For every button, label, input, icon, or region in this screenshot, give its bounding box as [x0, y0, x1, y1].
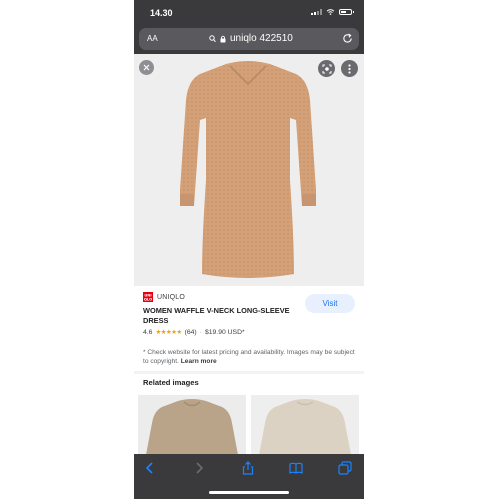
home-indicator [209, 491, 289, 494]
visit-button[interactable]: Visit [305, 294, 355, 313]
signal-icon [311, 9, 322, 15]
url-text: uniqlo 422510 [230, 33, 293, 44]
rating-stars: ★★★★★ [155, 329, 182, 336]
status-bar: 14.30 [134, 0, 364, 26]
brand-name: UNIQLO [157, 293, 186, 301]
price: $19.90 USD* [204, 328, 245, 336]
search-icon [209, 34, 216, 42]
note-text: * Check website for latest pricing and a… [143, 349, 355, 365]
url-field[interactable]: uniqlo 422510 [209, 33, 293, 44]
related-image-1[interactable] [138, 395, 246, 455]
close-icon [143, 64, 150, 71]
related-image-2[interactable] [251, 395, 359, 455]
related-heading: Related images [143, 378, 199, 387]
address-bar[interactable]: AA uniqlo 422510 [139, 28, 359, 50]
battery-icon [339, 9, 354, 15]
back-icon[interactable] [143, 461, 157, 475]
more-options-button[interactable] [341, 60, 358, 77]
bottom-toolbar [134, 454, 364, 499]
browser-chrome: AA uniqlo 422510 [134, 26, 364, 54]
rating-value: 4.6 [143, 328, 153, 336]
dress-image [180, 61, 316, 278]
brand-row[interactable]: UNI QLO UNIQLO [143, 292, 185, 302]
share-icon[interactable] [241, 461, 255, 475]
tabs-icon[interactable] [338, 461, 352, 475]
phone-screen: 14.30 AA uniqlo 422510 UNI QLO UNIQLO Vi… [134, 0, 364, 499]
learn-more-link[interactable]: Learn more [181, 358, 217, 365]
review-count: (64) [184, 328, 197, 336]
forward-icon[interactable] [192, 461, 206, 475]
divider [134, 371, 364, 374]
pricing-note: * Check website for latest pricing and a… [143, 348, 355, 366]
bookmarks-icon[interactable] [289, 461, 303, 475]
separator: · [199, 328, 202, 336]
rating-row: 4.6 ★★★★★ (64) · $19.90 USD* [143, 328, 245, 337]
product-title[interactable]: WOMEN WAFFLE V-NECK LONG-SLEEVE DRESS [143, 306, 303, 326]
wifi-icon [326, 9, 335, 15]
lock-icon [220, 35, 226, 42]
lens-icon [322, 64, 331, 73]
svg-text:QLO: QLO [144, 298, 152, 302]
text-size-button[interactable]: AA [147, 34, 158, 43]
reload-icon[interactable] [342, 33, 353, 44]
lens-button[interactable] [318, 60, 335, 77]
close-button[interactable] [139, 60, 154, 75]
more-vert-icon [348, 63, 351, 74]
brand-logo: UNI QLO [143, 292, 153, 302]
status-icons [311, 9, 354, 15]
image-preview[interactable] [134, 54, 364, 286]
status-time: 14.30 [150, 8, 173, 18]
